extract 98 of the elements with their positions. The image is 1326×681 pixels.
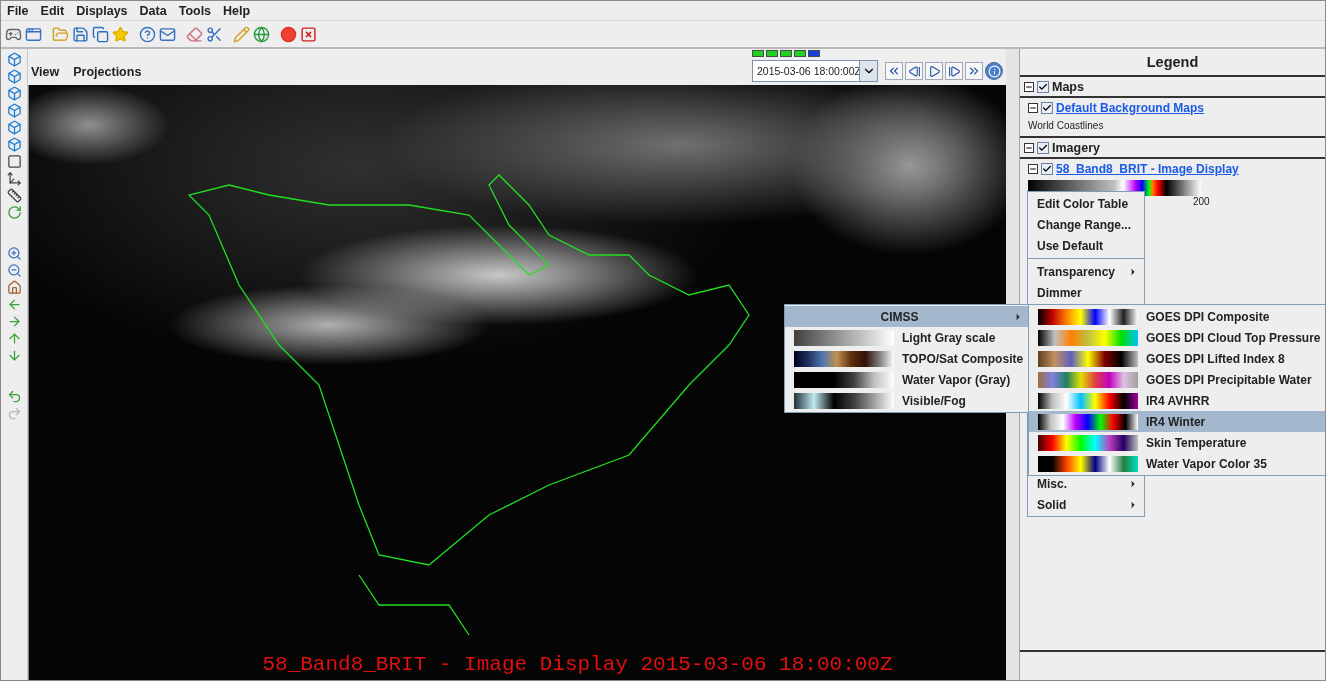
menu-item[interactable]: Tools (174, 3, 220, 18)
menu-item[interactable]: View (31, 65, 60, 79)
menu-item[interactable]: Edit (36, 3, 73, 18)
submenu-arrow-icon (1128, 499, 1138, 510)
menu-item[interactable]: Displays (72, 3, 136, 18)
menu-item[interactable]: Projections (73, 65, 142, 79)
submenu-arrow-icon (1013, 311, 1023, 322)
collapse-toggle[interactable] (1024, 81, 1034, 92)
cube-icon[interactable] (6, 137, 22, 152)
range-label: 200 (1193, 196, 1211, 207)
zoom-in-icon[interactable] (6, 246, 22, 261)
globe-icon[interactable] (253, 25, 270, 43)
check-icon (1042, 164, 1052, 174)
square-icon[interactable] (6, 154, 22, 169)
frame-indicator[interactable] (752, 50, 764, 57)
new-window-icon[interactable] (25, 25, 42, 43)
collapse-toggle[interactable] (1028, 164, 1038, 174)
menu-item[interactable]: Dimmer (1028, 282, 1144, 303)
checkbox[interactable] (1041, 163, 1053, 175)
menu-item[interactable]: GOES DPI Precipitable Water (1029, 369, 1325, 390)
collapse-toggle[interactable] (1028, 103, 1038, 113)
menu-item[interactable]: Change Range... (1028, 214, 1144, 235)
ruler-icon[interactable] (6, 188, 22, 203)
submenu-item[interactable]: Transparency (1028, 261, 1144, 282)
minus-icon (1029, 165, 1037, 173)
cube-icon[interactable] (6, 120, 22, 135)
cube-icon[interactable] (6, 52, 22, 67)
layer-link[interactable]: 58_Band8_BRIT - Image Display (1056, 162, 1239, 176)
double-left-icon (887, 64, 901, 78)
undo-icon[interactable] (6, 389, 22, 404)
help-icon[interactable] (139, 25, 156, 43)
submenu-arrow-icon (1128, 266, 1138, 277)
arrow-up-icon[interactable] (6, 331, 22, 346)
menu-item[interactable]: GOES DPI Lifted Index 8 (1029, 348, 1325, 369)
zoom-out-icon[interactable] (6, 263, 22, 278)
menu-item[interactable]: Water Vapor Color 35 (1029, 453, 1325, 474)
check-icon (1038, 142, 1048, 153)
display-label: 58_Band8_BRIT - Image Display 2015-03-06 18:00:00Z (262, 653, 893, 678)
frame-indicator[interactable] (780, 50, 792, 57)
copy-icon[interactable] (92, 25, 109, 43)
legend-title: Legend (1020, 49, 1325, 77)
move-icon[interactable] (6, 171, 22, 186)
menu-item[interactable]: Light Gray scale (785, 327, 1029, 348)
info-button[interactable] (985, 62, 1003, 80)
checkbox[interactable] (1037, 80, 1049, 93)
menu-item[interactable]: TOPO/Sat Composite (785, 348, 1029, 369)
step-forward-button[interactable] (945, 62, 963, 80)
submenu-item[interactable]: Solid (1028, 494, 1144, 515)
cube-icon[interactable] (6, 86, 22, 101)
mail-icon[interactable] (159, 25, 176, 43)
section-label: Imagery (1052, 140, 1100, 155)
menu-item[interactable]: Skin Temperature (1029, 432, 1325, 453)
dropdown-button[interactable] (859, 61, 877, 81)
menu-item[interactable]: Help (219, 3, 259, 18)
checkbox[interactable] (1037, 141, 1049, 154)
save-icon[interactable] (72, 25, 89, 43)
star-icon[interactable] (112, 25, 129, 43)
step-back-icon (907, 64, 921, 78)
layer-link[interactable]: Default Background Maps (1056, 101, 1205, 115)
menu-item[interactable]: IR4 Winter (1029, 411, 1325, 432)
play-button[interactable] (925, 62, 943, 80)
step-forward-icon (947, 64, 961, 78)
last-frame-button[interactable] (965, 62, 983, 80)
home-icon[interactable] (6, 280, 22, 295)
menu-item[interactable]: Water Vapor (Gray) (785, 369, 1029, 390)
menu-item[interactable]: GOES DPI Composite (1029, 306, 1325, 327)
arrow-down-icon[interactable] (6, 348, 22, 363)
menu-item[interactable]: Data (135, 3, 175, 18)
check-icon (1042, 103, 1052, 113)
cube-icon[interactable] (6, 69, 22, 84)
menu-item[interactable]: GOES DPI Cloud Top Pressure (1029, 327, 1325, 348)
play-icon (927, 64, 941, 78)
submenu-item[interactable]: Misc. (1028, 473, 1144, 494)
submenu-arrow-icon (1128, 478, 1138, 489)
record-icon[interactable] (280, 25, 297, 43)
frame-indicator[interactable] (794, 50, 806, 57)
minus-icon (1029, 104, 1037, 112)
layer-detail: World Coastlines (1028, 119, 1105, 133)
eraser-icon[interactable] (186, 25, 203, 43)
menu-item[interactable]: IR4 AVHRR (1029, 390, 1325, 411)
first-frame-button[interactable] (885, 62, 903, 80)
info-icon (987, 64, 1001, 78)
menu-item[interactable]: Use Default (1028, 235, 1144, 256)
section-label: Maps (1052, 79, 1084, 94)
step-back-button[interactable] (905, 62, 923, 80)
menu-item[interactable]: Visible/Fog (785, 390, 1029, 411)
scissors-icon[interactable] (206, 25, 223, 43)
check-icon (1038, 81, 1048, 92)
menu-item[interactable]: Edit Color Table (1028, 193, 1144, 214)
submenu-item[interactable]: CIMSS (785, 306, 1029, 327)
checkbox[interactable] (1041, 102, 1053, 114)
time-combo[interactable]: 2015-03-06 18:00:00Z (752, 60, 878, 82)
menu-item[interactable]: File (3, 3, 37, 18)
double-right-icon (967, 64, 981, 78)
collapse-toggle[interactable] (1024, 142, 1034, 153)
cube-icon[interactable] (6, 103, 22, 118)
frame-indicator[interactable] (766, 50, 778, 57)
close-icon[interactable] (300, 25, 317, 43)
